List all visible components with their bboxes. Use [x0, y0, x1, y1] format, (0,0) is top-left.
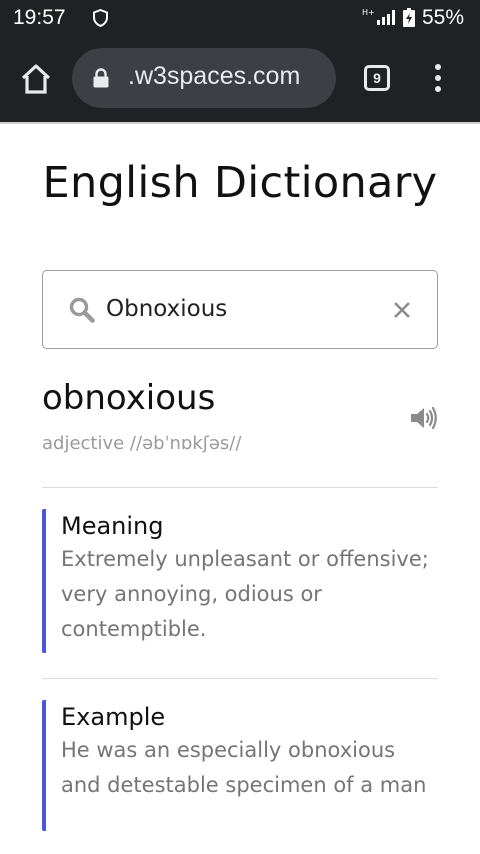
home-icon[interactable] [19, 63, 53, 95]
more-vert-icon[interactable] [430, 64, 446, 94]
browser-toolbar: .w3spaces.com 9 [0, 36, 480, 122]
network-type: H+ [362, 8, 375, 17]
search-input[interactable] [106, 291, 376, 327]
meaning-title: Meaning [61, 512, 164, 540]
search-icon [69, 297, 95, 323]
address-bar[interactable]: .w3spaces.com [72, 48, 336, 108]
example-section: Example He was an especially obnoxious a… [42, 700, 436, 831]
speaker-icon[interactable] [410, 405, 438, 431]
battery-icon [403, 8, 415, 27]
lock-icon [93, 68, 109, 88]
status-bar: 19:57 H+ 55% [0, 0, 480, 36]
battery-percent: 55% [422, 6, 465, 29]
example-text: He was an especially obnoxious and detes… [61, 738, 427, 797]
tabs-icon[interactable]: 9 [364, 65, 390, 91]
status-time: 19:57 [13, 6, 66, 29]
entry-word: obnoxious [42, 378, 216, 418]
shield-icon [93, 9, 108, 27]
close-icon[interactable] [393, 301, 411, 319]
entry-phonetic: adjective //əbˈnɒkʃəs// [42, 433, 242, 454]
meaning-text: Extremely unpleasant or offensive; very … [61, 547, 429, 641]
url-text: .w3spaces.com [128, 62, 301, 90]
example-title: Example [61, 703, 166, 731]
page-title: English Dictionary [42, 158, 438, 208]
search-box[interactable] [42, 270, 438, 349]
divider [42, 678, 438, 679]
divider [42, 487, 438, 488]
meaning-section: Meaning Extremely unpleasant or offensiv… [42, 509, 436, 653]
signal-icon [377, 10, 395, 25]
toolbar-divider [0, 122, 480, 124]
